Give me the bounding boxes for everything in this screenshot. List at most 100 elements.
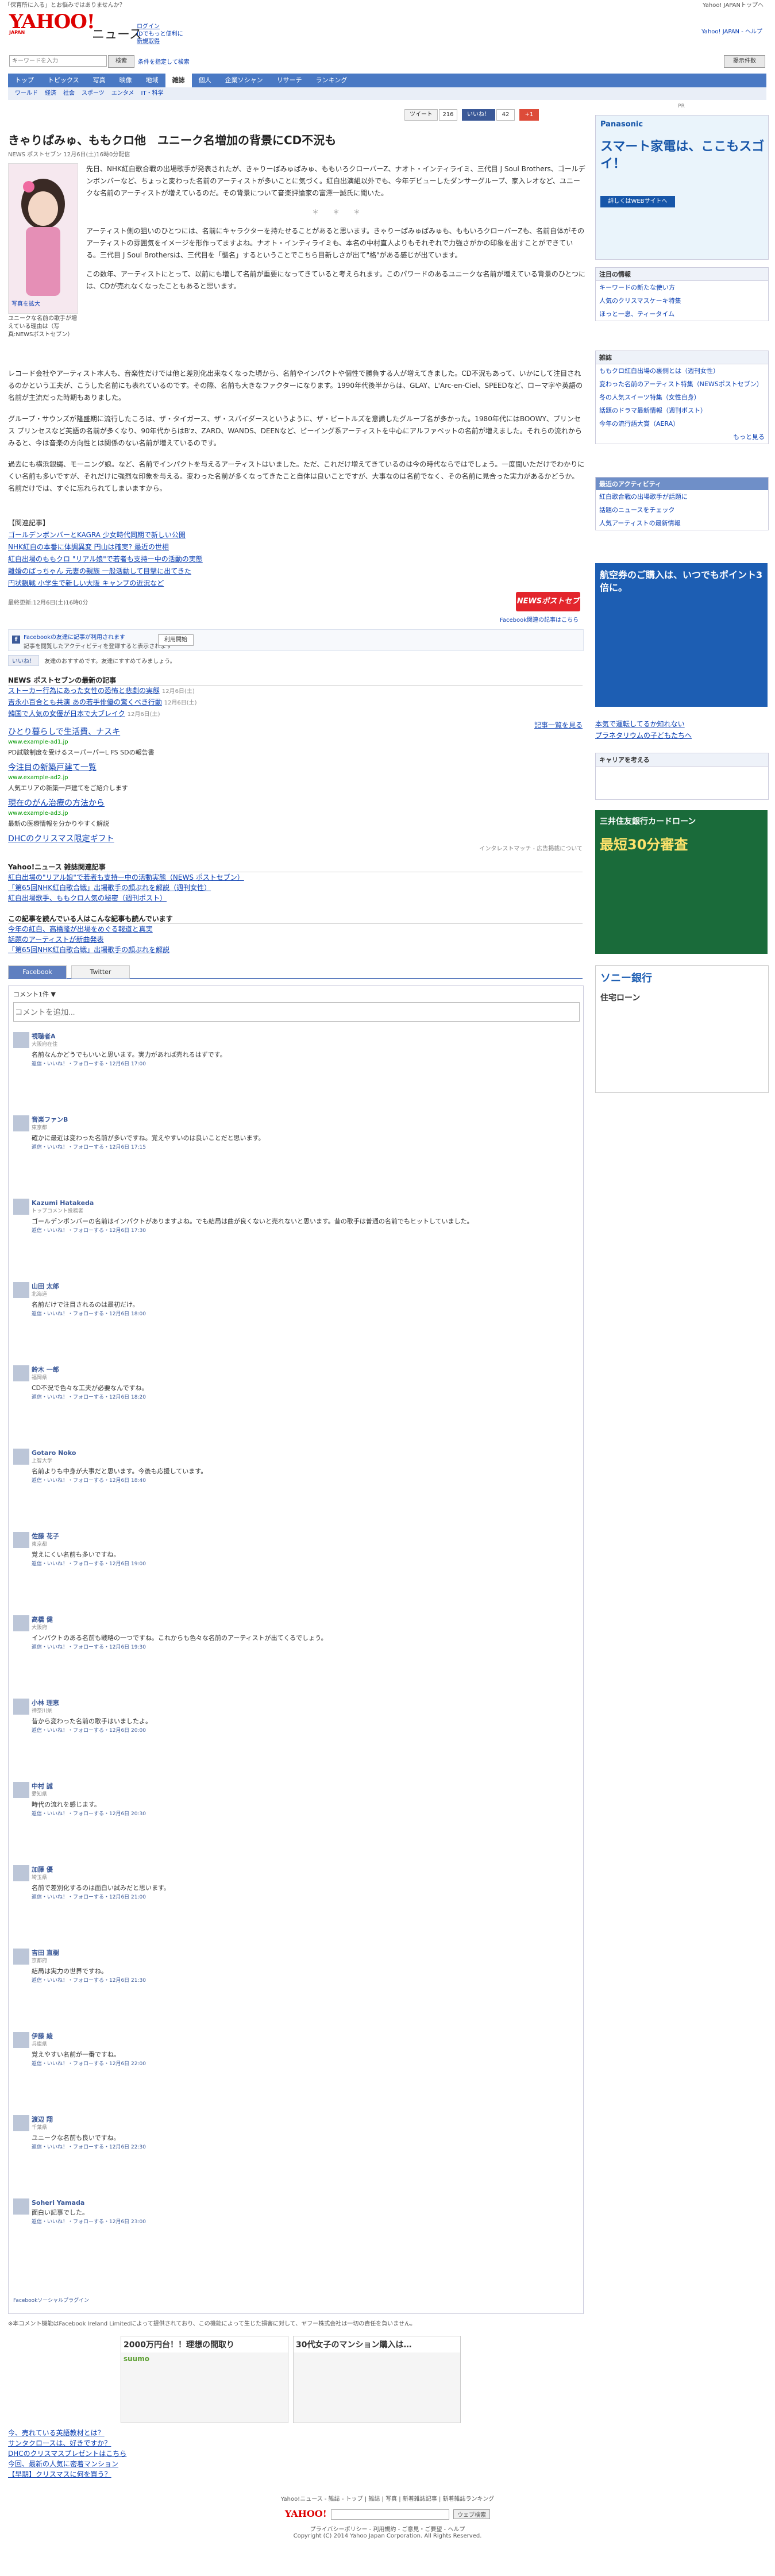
avatar[interactable] xyxy=(13,1115,29,1131)
fb-like-button[interactable]: いいね！ xyxy=(8,655,39,666)
commenter-name[interactable]: 山田 太郎 xyxy=(32,1282,572,1291)
panasonic-ad[interactable]: Panasonic スマート家電は、ここもスゴイ！ 詳しくはWEBサイトへ xyxy=(595,115,769,260)
qa-link[interactable]: プラネタリウムの子どもたちへ xyxy=(595,731,692,740)
commenter-name[interactable]: 佐藤 花子 xyxy=(32,1532,572,1541)
ad-title[interactable]: 現在のがん治療の方法から xyxy=(8,798,583,808)
subnav-link[interactable]: 社会 xyxy=(63,90,75,97)
ranking-item[interactable]: ももクロ紅白出場の裏側とは（週刊女性） xyxy=(596,364,768,378)
comment-actions[interactable]: 返信・いいね！・フォローする・12月6日 17:30 xyxy=(32,1227,572,1235)
header-right-links[interactable]: Yahoo! JAPAN - ヘルプ xyxy=(701,26,762,35)
top-strip-left[interactable]: 「保育所に入る」とお悩みではありませんか？ xyxy=(5,2,125,9)
nav-tab[interactable]: 映像 xyxy=(113,74,139,87)
commenter-name[interactable]: 吉田 直樹 xyxy=(32,1949,572,1957)
footer-links[interactable]: Yahoo!ニュース - 雑誌 - トップ | 雑誌 | 写真 | 新着雑誌記事… xyxy=(0,2494,775,2502)
yahoo-logo[interactable]: YAHOO! JAPAN xyxy=(9,10,95,35)
top-strip-right[interactable]: Yahoo! JAPANトップへ xyxy=(703,0,764,9)
magazine-link[interactable]: 「第65回NHK紅白歌合戦」出場歌手の顔ぶれを解説（週刊女性） xyxy=(8,884,211,892)
related-link[interactable]: 紅白出場のももクロ "リアル娘"で若者も支持ー中の活動の実態 xyxy=(8,553,583,565)
avatar[interactable] xyxy=(13,1449,29,1465)
gplus-button[interactable]: +1 xyxy=(519,109,539,121)
fb-plugin-label[interactable]: Facebookソーシャルプラグイン xyxy=(13,2296,89,2304)
nav-tab[interactable]: 写真 xyxy=(86,74,113,87)
latest-link[interactable]: ストーカー行為にあった女性の恐怖と悲劇の実態 xyxy=(8,687,160,695)
magazine-link[interactable]: 紅白出場歌手、ももクロ人気の秘密（週刊ポスト） xyxy=(8,894,167,902)
nav-tab[interactable]: 個人 xyxy=(192,74,218,87)
section-title[interactable]: ニュース xyxy=(92,24,142,43)
subnav-link[interactable]: ワールド xyxy=(15,90,38,97)
ad-title[interactable]: 今注目の新築戸建て一覧 xyxy=(8,763,583,773)
avatar[interactable] xyxy=(13,1865,29,1881)
attention-item[interactable]: 人気のクリスマスケーキ特集 xyxy=(596,294,768,307)
also-read-link[interactable]: 話題のアーティストが新曲発表 xyxy=(8,935,104,944)
subnav-link[interactable]: 経済 xyxy=(45,90,56,97)
avatar[interactable] xyxy=(13,1782,29,1798)
like-button[interactable]: いいね！ xyxy=(462,109,495,121)
avatar[interactable] xyxy=(13,2115,29,2131)
card-ad[interactable]: 航空券のご購入は、いつでもポイント3倍に。 xyxy=(595,563,768,707)
pr-link[interactable]: 【早期】クリスマスに何を買う？ xyxy=(8,2470,111,2478)
comment-actions[interactable]: 返信・いいね！・フォローする・12月6日 21:00 xyxy=(32,1893,572,1902)
commenter-name[interactable]: 鈴木 一郎 xyxy=(32,1365,572,1374)
nav-tab[interactable]: 地域 xyxy=(139,74,165,87)
banner[interactable]: 30代女子のマンション購入は… xyxy=(293,2336,461,2423)
comment-actions[interactable]: 返信・いいね！・フォローする・12月6日 20:00 xyxy=(32,1727,572,1735)
avatar[interactable] xyxy=(13,1949,29,1965)
activity-item[interactable]: 紅白歌合戦の出場歌手が話題に xyxy=(596,490,768,503)
related-link[interactable]: 離婚のぱっちゃん 元妻の親族 一般活動して目撃に出てきた xyxy=(8,565,583,577)
nav-tab[interactable]: トピックス xyxy=(41,74,86,87)
comment-actions[interactable]: 返信・いいね！・フォローする・12月6日 17:00 xyxy=(32,1060,572,1069)
comment-actions[interactable]: 返信・いいね！・フォローする・12月6日 19:00 xyxy=(32,1560,572,1569)
commenter-name[interactable]: 音楽ファンB xyxy=(32,1115,572,1124)
photo-enlarge-link[interactable]: 写真を拡大 xyxy=(11,299,40,307)
footer-legal[interactable]: プライバシーポリシー - 利用規約 - ご意見・ご要望 - ヘルプ xyxy=(0,2524,775,2533)
fb-start-button[interactable]: 利用開始 xyxy=(158,634,194,646)
ranking-item[interactable]: 今年の流行語大賞（AERA） xyxy=(596,417,768,430)
comment-actions[interactable]: 返信・いいね！・フォローする・12月6日 19:30 xyxy=(32,1643,572,1652)
nav-tab[interactable]: トップ xyxy=(8,74,41,87)
banner[interactable]: 2000万円台！！理想の間取り suumo xyxy=(121,2336,288,2423)
activity-item[interactable]: 人気アーティストの最新情報 xyxy=(596,517,768,530)
search-input[interactable] xyxy=(9,55,107,67)
comment-actions[interactable]: 返信・いいね！・フォローする・12月6日 23:00 xyxy=(32,2218,572,2227)
fb-social-title[interactable]: Facebookの友達に記事が利用されます xyxy=(24,632,125,641)
ad-title[interactable]: ひとり暮らしで生活費、ナスキ xyxy=(8,727,583,737)
avatar[interactable] xyxy=(13,2032,29,2048)
commenter-name[interactable]: Soheri Yamada xyxy=(32,2198,572,2207)
footer-logo[interactable]: YAHOO! xyxy=(285,2508,327,2519)
commenter-name[interactable]: 渡辺 翔 xyxy=(32,2115,572,2124)
comment-input[interactable] xyxy=(13,1002,580,1022)
search-right-button[interactable]: 提示件数 xyxy=(724,55,765,68)
comment-actions[interactable]: 返信・いいね！・フォローする・12月6日 18:00 xyxy=(32,1310,572,1319)
comment-actions[interactable]: 返信・いいね！・フォローする・12月6日 22:30 xyxy=(32,2143,572,2152)
ranking-more-link[interactable]: もっと見る xyxy=(596,430,768,444)
ads-footer[interactable]: インタレストマッチ - 広告掲載について xyxy=(8,844,583,854)
comment-actions[interactable]: 返信・いいね！・フォローする・12月6日 17:15 xyxy=(32,1143,572,1152)
attention-item[interactable]: ほっと一息、ティータイム xyxy=(596,307,768,321)
pr-link[interactable]: 今回、最新の人気に密着マンション xyxy=(8,2460,118,2468)
magazine-link[interactable]: 紅白出場の"リアル娘"で若者も支持ー中の活動実態（NEWS ポストセブン） xyxy=(8,873,244,881)
ad-title[interactable]: DHCのクリスマス限定ギフト xyxy=(8,834,583,844)
commenter-name[interactable]: 高橋 健 xyxy=(32,1615,572,1624)
tab-facebook[interactable]: Facebook xyxy=(8,965,67,979)
comment-actions[interactable]: 返信・いいね！・フォローする・12月6日 22:00 xyxy=(32,2060,572,2069)
tab-twitter[interactable]: Twitter xyxy=(71,965,130,979)
commenter-name[interactable]: 伊藤 綾 xyxy=(32,2032,572,2040)
avatar[interactable] xyxy=(13,1699,29,1715)
qa-link[interactable]: 本気で運転してるか知れない xyxy=(595,720,685,728)
fb-recommend-link[interactable]: Facebook関連の記事はこちら xyxy=(500,615,579,623)
search-button[interactable]: 検索 xyxy=(108,55,134,68)
nav-tab[interactable]: リサーチ xyxy=(270,74,309,87)
publisher-logo[interactable]: NEWSポストセブン xyxy=(516,592,580,625)
login-link[interactable]: ログイン xyxy=(137,24,160,30)
comment-actions[interactable]: 返信・いいね！・フォローする・12月6日 21:30 xyxy=(32,1977,572,1985)
pr-link[interactable]: 今、売れている英語教材とは？ xyxy=(8,2429,105,2437)
comment-actions[interactable]: 返信・いいね！・フォローする・12月6日 18:40 xyxy=(32,1477,572,1485)
subnav-link[interactable]: IT・科学 xyxy=(141,90,164,97)
panasonic-button[interactable]: 詳しくはWEBサイトへ xyxy=(600,196,675,207)
pr-link[interactable]: サンタクロースは、好きですか？ xyxy=(8,2439,111,2447)
subnav-link[interactable]: スポーツ xyxy=(82,90,105,97)
register-link[interactable]: 新規取得 xyxy=(137,38,160,45)
comment-actions[interactable]: 返信・いいね！・フォローする・12月6日 18:20 xyxy=(32,1393,572,1402)
latest-link[interactable]: 吉永小百合とも共演 あの若手俳優の驚くべき行動 xyxy=(8,698,162,706)
tweet-button[interactable]: ツイート xyxy=(404,109,438,121)
